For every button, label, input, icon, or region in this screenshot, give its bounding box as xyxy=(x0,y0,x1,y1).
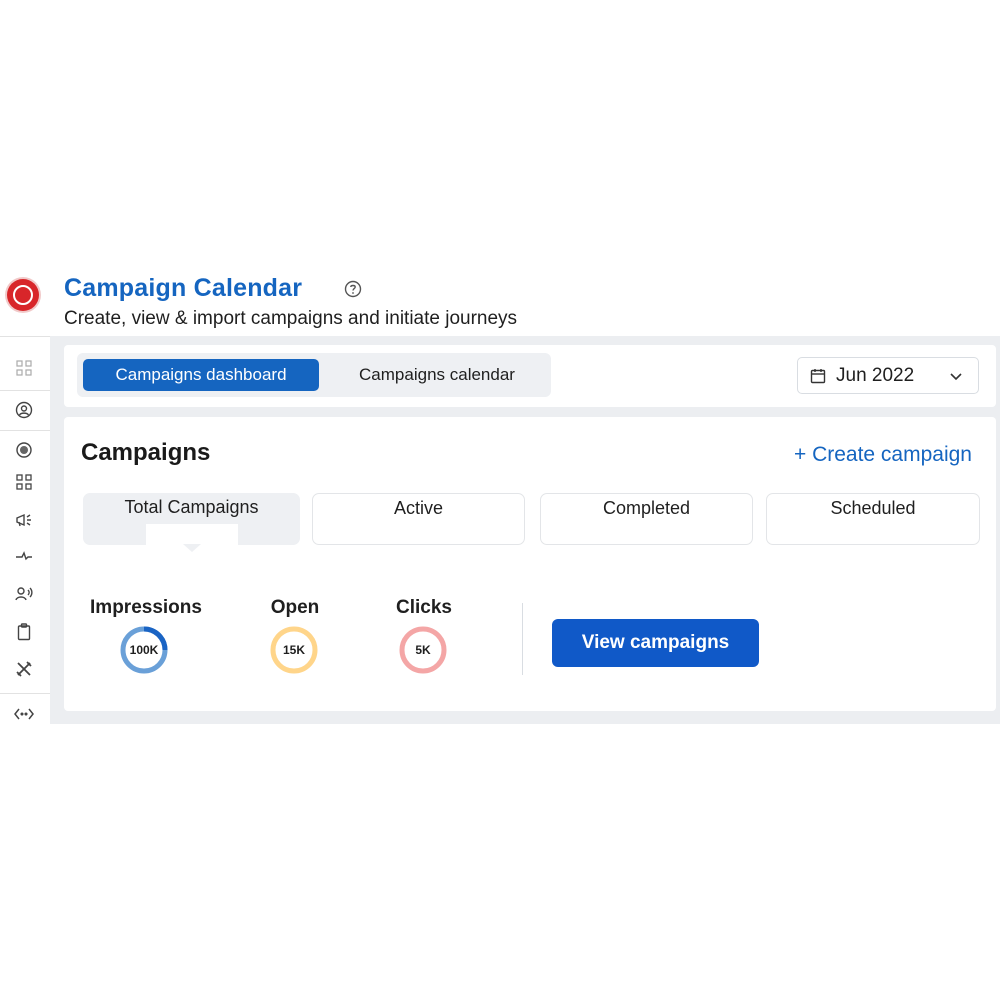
metric-value: 15K xyxy=(282,643,305,657)
sidebar xyxy=(0,272,51,724)
page-subtitle: Create, view & import campaigns and init… xyxy=(64,308,518,329)
metric-ring-impressions: 100K xyxy=(120,626,168,674)
user-circle-icon[interactable] xyxy=(12,400,36,420)
metric-label: Clicks xyxy=(396,597,452,618)
metric-impressions: Impressions xyxy=(86,597,206,619)
campaigns-card: Campaigns + Create campaign Total Campai… xyxy=(64,417,996,711)
sidebar-divider xyxy=(0,430,50,431)
clipboard-icon[interactable] xyxy=(12,622,36,642)
month-picker[interactable]: Jun 2022 xyxy=(797,357,979,394)
brand-logo[interactable] xyxy=(7,279,39,311)
stat-value-placeholder xyxy=(145,524,238,546)
stat-tab-total-campaigns[interactable]: Total Campaigns xyxy=(83,493,300,552)
page-title: Campaign Calendar xyxy=(64,274,303,302)
tab-campaigns-dashboard[interactable]: Campaigns dashboard xyxy=(83,359,319,391)
tab-campaigns-calendar[interactable]: Campaigns calendar xyxy=(329,359,545,391)
metric-value: 5K xyxy=(415,643,431,657)
stat-tab-label: Scheduled xyxy=(830,498,916,518)
stat-tab-active[interactable]: Active xyxy=(312,493,525,545)
page-header: Campaign Calendar Create, view & import … xyxy=(50,272,1000,336)
metrics-divider xyxy=(522,603,523,675)
metric-label: Impressions xyxy=(90,597,202,618)
sidebar-divider xyxy=(0,693,50,694)
apps-grid-icon[interactable] xyxy=(12,472,36,492)
create-campaign-link[interactable]: + Create campaign xyxy=(794,443,972,467)
megaphone-icon[interactable] xyxy=(12,510,36,530)
code-icon[interactable] xyxy=(12,704,36,724)
campaigns-heading: Campaigns xyxy=(81,439,211,466)
dashboard-icon[interactable] xyxy=(12,358,36,378)
view-tabs: Campaigns dashboard Campaigns calendar xyxy=(77,353,551,397)
sidebar-divider xyxy=(0,336,50,337)
main-content: Campaigns dashboard Campaigns calendar J… xyxy=(50,336,1000,724)
chevron-down-icon xyxy=(948,368,964,384)
app-window: Campaign Calendar Create, view & import … xyxy=(0,272,1000,724)
calendar-icon xyxy=(810,368,826,384)
flow-icon[interactable] xyxy=(12,546,36,566)
metric-clicks: Clicks xyxy=(384,597,464,619)
stat-tab-label: Total Campaigns xyxy=(124,497,259,517)
stat-tab-scheduled[interactable]: Scheduled xyxy=(766,493,980,545)
globe-icon[interactable] xyxy=(12,440,36,460)
tools-icon[interactable] xyxy=(12,659,36,679)
sidebar-divider xyxy=(0,390,50,391)
selected-pointer xyxy=(182,544,201,552)
view-campaigns-button[interactable]: View campaigns xyxy=(552,619,759,667)
metric-value: 100K xyxy=(129,643,159,657)
stat-tab-label: Completed xyxy=(602,498,691,518)
metric-ring-open: 15K xyxy=(270,626,318,674)
metric-ring-clicks: 5K xyxy=(399,626,447,674)
stat-tab-label: Active xyxy=(393,498,444,518)
stat-tab-completed[interactable]: Completed xyxy=(540,493,753,545)
audience-icon[interactable] xyxy=(12,584,36,604)
help-icon[interactable] xyxy=(344,280,362,298)
selected-month: Jun 2022 xyxy=(836,364,915,386)
metric-open: Open xyxy=(256,597,334,619)
view-switcher-bar: Campaigns dashboard Campaigns calendar J… xyxy=(64,345,996,407)
metric-label: Open xyxy=(270,597,320,618)
